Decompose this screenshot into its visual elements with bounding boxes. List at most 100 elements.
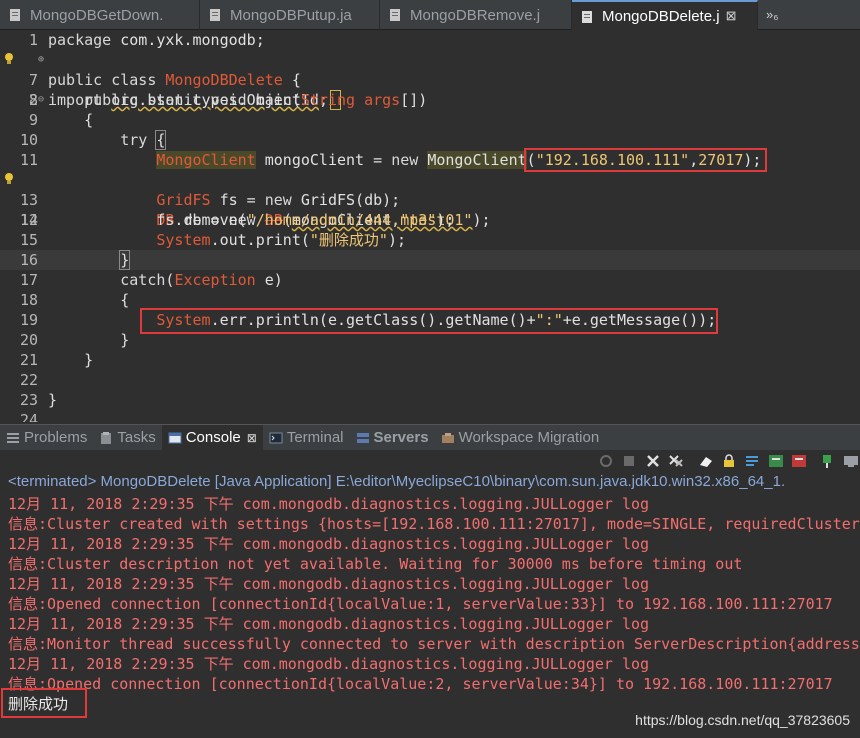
console-line: 信息:Cluster description not yet available… (8, 555, 743, 573)
watermark: https://blog.csdn.net/qq_37823605 (635, 712, 850, 728)
code-line-current: 16 } (0, 250, 860, 270)
editor-tab-bar: MongoDBGetDown. MongoDBPutup.ja MongoDBR… (0, 0, 860, 30)
tab-terminal[interactable]: Terminal (263, 425, 350, 451)
java-file-icon (582, 11, 592, 23)
editor-tab-label: MongoDBDelete.j (602, 7, 720, 25)
collapse-fold-icon[interactable]: ⊖ (38, 90, 44, 110)
remove-launch-icon[interactable] (645, 453, 661, 469)
lightbulb-warning-icon[interactable] (4, 52, 14, 66)
code-text: public static void main(String args[]) (84, 91, 428, 109)
line-number: 16 (19, 251, 38, 269)
console-output[interactable]: <terminated> MongoDBDelete [Java Applica… (0, 472, 860, 738)
display-console-icon[interactable] (843, 453, 859, 469)
tab-servers[interactable]: Servers (350, 425, 435, 451)
code-line: 8 ⊖ public static void main(String args[]… (0, 90, 860, 110)
editor-tab-remove[interactable]: MongoDBRemove.j (380, 0, 572, 30)
editor-tab-label: MongoDBRemove.j (410, 6, 541, 24)
console-header: <terminated> MongoDBDelete [Java Applica… (8, 473, 786, 490)
line-number: 1 (28, 31, 38, 49)
editor-tab-label: MongoDBGetDown. (30, 6, 164, 24)
tab-workspace-migration[interactable]: Workspace Migration (435, 425, 606, 451)
line-number: 9 (28, 111, 38, 129)
code-text: try { (120, 130, 167, 150)
line-number: 18 (19, 291, 38, 309)
line-number: 8 (28, 91, 38, 109)
code-line: 21 } (0, 350, 860, 370)
code-line: 14 fs.remove("/home/admin/444.mp3"); (0, 210, 860, 230)
line-number: 7 (28, 71, 38, 89)
code-line: 1 package com.yxk.mongodb; (0, 30, 860, 50)
close-tab-icon[interactable]: ⊠ (726, 8, 737, 24)
code-text: MongoClient mongoClient = new MongoClien… (156, 151, 762, 169)
editor-tab-getdown[interactable]: MongoDBGetDown. (0, 0, 200, 30)
tab-label: Servers (373, 429, 429, 446)
line-number: 22 (19, 371, 38, 389)
line-number: 20 (19, 331, 38, 349)
remove-all-terminated-icon[interactable] (668, 453, 684, 469)
migration-icon (441, 432, 454, 443)
console-line: 信息:Cluster created with settings {hosts=… (8, 515, 860, 533)
servers-icon (356, 432, 369, 443)
code-text: catch(Exception e) (120, 271, 283, 289)
code-editor[interactable]: 1 package com.yxk.mongodb; 2 ⊕ import org.b… (0, 30, 860, 422)
editor-tab-putup[interactable]: MongoDBPutup.ja (200, 0, 380, 30)
java-file-icon (10, 9, 20, 21)
code-text: package com.yxk.mongodb; (48, 31, 265, 49)
line-number: 24 (19, 411, 38, 422)
code-line: 18 { (0, 290, 860, 310)
java-file-icon (390, 9, 400, 21)
terminal-icon (269, 432, 283, 443)
console-line: 12月 11, 2018 2:29:35 下午 com.mongodb.diag… (8, 535, 650, 553)
console-line: 信息:Opened connection [connectionId{local… (8, 675, 833, 693)
tab-console[interactable]: Console ⊠ (161, 424, 263, 451)
tab-label: Problems (24, 429, 88, 446)
code-line: 13 GridFS fs = new GridFS(db); (0, 190, 860, 210)
editor-tab-label: MongoDBPutup.ja (230, 6, 352, 24)
line-number: 11 (19, 151, 38, 169)
code-line: 15 System.out.print("删除成功"); (0, 230, 860, 250)
tab-overflow-button[interactable]: »₆ (758, 0, 786, 29)
line-number: 10 (19, 131, 38, 149)
scroll-lock-icon[interactable] (721, 453, 737, 469)
pin-console-icon[interactable] (820, 453, 836, 469)
expand-fold-icon[interactable]: ⊕ (38, 50, 44, 70)
view-tab-bar: Problems Tasks Console ⊠ Terminal Server… (0, 424, 860, 451)
console-line: 信息:Monitor thread successfully connected… (8, 635, 860, 653)
code-text: { (48, 111, 94, 129)
code-text: GridFS fs = new GridFS(db); (156, 191, 401, 209)
code-line: 17 catch(Exception e) (0, 270, 860, 290)
console-output-success: 删除成功 (8, 695, 69, 713)
show-on-stderr-icon[interactable] (791, 453, 807, 469)
code-text: System.err.println(e.getClass().getName(… (156, 311, 717, 329)
tab-label: Terminal (286, 429, 344, 446)
refresh-icon[interactable] (598, 453, 614, 469)
tab-tasks[interactable]: Tasks (93, 425, 161, 451)
code-line: 10 try { (0, 130, 860, 150)
code-line: 12 DB db = new DB(mongoClient,"test01"); (0, 170, 860, 229)
close-tab-icon[interactable]: ⊠ (247, 431, 257, 445)
console-line: 12月 11, 2018 2:29:35 下午 com.mongodb.diag… (8, 495, 650, 513)
word-wrap-icon[interactable] (744, 453, 760, 469)
stop-icon[interactable] (621, 453, 637, 469)
code-text: System.out.print("删除成功"); (156, 231, 407, 249)
line-number: 19 (19, 311, 38, 329)
code-line: 9 { (0, 110, 860, 130)
tab-problems[interactable]: Problems (0, 425, 93, 451)
clear-console-icon[interactable] (698, 453, 714, 469)
console-line: 12月 11, 2018 2:29:35 下午 com.mongodb.diag… (8, 575, 650, 593)
show-on-stdout-icon[interactable] (768, 453, 784, 469)
code-text: } (48, 391, 58, 409)
code-text: public class MongoDBDelete { (48, 71, 301, 89)
tab-label: Workspace Migration (458, 429, 600, 446)
code-line: 24 (0, 410, 860, 422)
code-text: } (48, 351, 94, 369)
console-line: 12月 11, 2018 2:29:35 下午 com.mongodb.diag… (8, 655, 650, 673)
code-line: 20 } (0, 330, 860, 350)
editor-tab-delete[interactable]: MongoDBDelete.j ⊠ (572, 0, 758, 30)
line-number: 13 (19, 191, 38, 209)
console-icon (168, 432, 182, 443)
java-file-icon (210, 9, 220, 21)
lightbulb-warning-icon[interactable] (4, 172, 14, 186)
code-line: 11 MongoClient mongoClient = new MongoCl… (0, 150, 860, 170)
code-line: 7 public class MongoDBDelete { (0, 70, 860, 90)
